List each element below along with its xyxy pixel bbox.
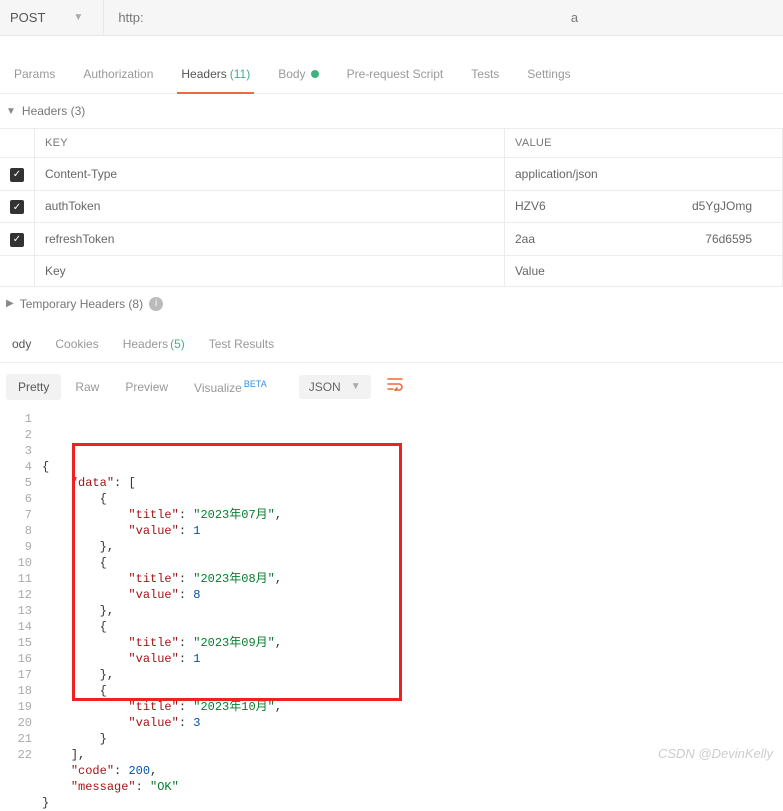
temp-headers-title: Temporary Headers (8) [20,297,143,311]
headers-section-toggle[interactable]: ▼ Headers (3) [0,94,783,128]
tab-settings[interactable]: Settings [513,54,584,93]
tab-prerequest[interactable]: Pre-request Script [333,54,458,93]
resp-tab-test-results[interactable]: Test Results [197,337,286,351]
checkbox-icon[interactable]: ✓ [10,168,24,182]
watermark: CSDN @DevinKelly [658,746,773,761]
temp-headers-toggle[interactable]: ▶ Temporary Headers (8) i [0,287,783,321]
resp-tab-headers[interactable]: Headers(5) [111,337,197,351]
view-visualize-button[interactable]: VisualizeBETA [182,373,279,401]
highlight-box [72,443,402,701]
headers-section-title: Headers (3) [22,104,85,118]
view-raw-button[interactable]: Raw [63,374,111,400]
table-row[interactable]: ✓ Content-Type application/json [0,158,783,191]
checkbox-icon[interactable]: ✓ [10,200,24,214]
table-row-new[interactable]: Key Value [0,255,783,286]
resp-tab-body[interactable]: ody [0,337,43,351]
headers-table: KEY VALUE ✓ Content-Type application/jso… [0,128,783,287]
tab-headers[interactable]: Headers(11) [167,54,264,93]
col-value: VALUE [505,129,783,158]
http-method-label: POST [10,10,45,25]
response-tabs: ody Cookies Headers(5) Test Results [0,327,783,363]
checkbox-icon[interactable]: ✓ [10,233,24,247]
caret-down-icon: ▼ [73,12,83,23]
view-preview-button[interactable]: Preview [113,374,180,400]
url-input[interactable]: http: a [104,10,783,25]
tab-params[interactable]: Params [0,54,69,93]
col-key: KEY [35,129,505,158]
response-viewbar: Pretty Raw Preview VisualizeBETA JSON ▼ [0,363,783,411]
format-dropdown[interactable]: JSON ▼ [299,375,371,399]
table-row[interactable]: ✓ refreshToken 2aa76d6595 [0,223,783,256]
view-pretty-button[interactable]: Pretty [6,374,61,400]
tab-body[interactable]: Body [264,54,332,93]
body-changed-dot-icon [311,70,319,78]
request-tabs: Params Authorization Headers(11) Body Pr… [0,54,783,94]
caret-down-icon: ▼ [351,381,361,392]
wrap-lines-button[interactable] [387,377,405,396]
triangle-down-icon: ▼ [6,106,16,117]
tab-authorization[interactable]: Authorization [69,54,167,93]
table-row[interactable]: ✓ authToken HZV6d5YgJOmg [0,190,783,223]
resp-tab-cookies[interactable]: Cookies [43,337,110,351]
info-icon[interactable]: i [149,297,163,311]
http-method-dropdown[interactable]: POST ▼ [0,0,104,35]
line-gutter: 12345678910111213141516171819202122 [0,411,42,811]
tab-tests[interactable]: Tests [457,54,513,93]
triangle-right-icon: ▶ [6,298,14,309]
